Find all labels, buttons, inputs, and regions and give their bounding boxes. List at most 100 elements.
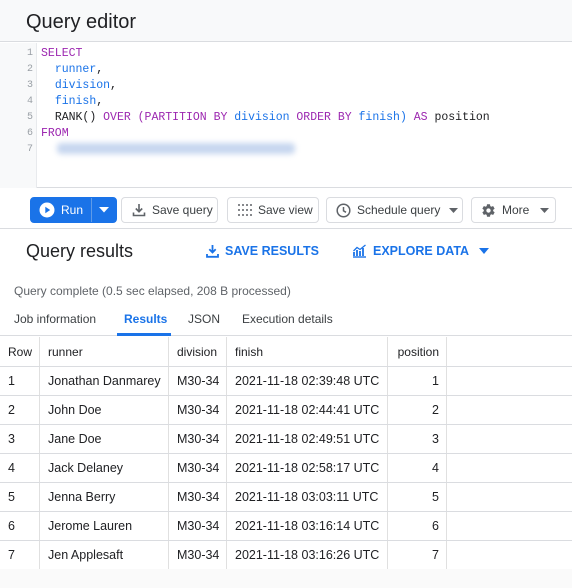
row-number-cell: 2 — [0, 396, 40, 424]
division-cell: M30-34 — [169, 454, 227, 482]
run-options-dropdown[interactable] — [92, 198, 116, 222]
editor-toolbar: Run Save query Save view Schedule query — [0, 189, 572, 229]
line-number: 5 — [26, 112, 33, 123]
save-view-button[interactable]: Save view — [227, 197, 319, 223]
gear-icon — [481, 203, 496, 218]
keyword-as: AS — [413, 111, 428, 124]
more-button[interactable]: More — [471, 197, 556, 223]
caret-down-icon — [479, 248, 490, 254]
save-query-button[interactable]: Save query — [121, 197, 218, 223]
code-line-6: FROM — [41, 127, 69, 141]
finish-cell: 2021-11-18 03:16:26 UTC — [227, 541, 388, 569]
position-cell: 4 — [388, 454, 447, 482]
table-row: 1 Jonathan Danmarey M30-34 2021-11-18 02… — [0, 367, 572, 396]
run-main[interactable]: Run — [31, 198, 91, 222]
save-results-button[interactable]: SAVE RESULTS — [206, 244, 319, 258]
runner-cell: Jack Delaney — [40, 454, 169, 482]
table-footer-area — [0, 569, 572, 588]
finish-cell: 2021-11-18 02:44:41 UTC — [227, 396, 388, 424]
table-row: 4 Jack Delaney M30-34 2021-11-18 02:58:1… — [0, 454, 572, 483]
line-number: 4 — [26, 96, 33, 107]
query-editor-header: Query editor — [0, 0, 572, 42]
runner-cell: Jerome Lauren — [40, 512, 169, 540]
keyword-over: OVER — [103, 111, 131, 124]
line-number: 2 — [26, 64, 33, 75]
code-line-3: division, — [41, 79, 117, 93]
line-number: 1 — [26, 48, 33, 59]
code-line-4: finish, — [41, 95, 103, 109]
comma: , — [96, 95, 104, 108]
run-button[interactable]: Run — [30, 197, 117, 223]
alias-position: position — [434, 111, 490, 124]
runner-cell: Jenna Berry — [40, 483, 169, 511]
position-cell: 3 — [388, 425, 447, 453]
division-cell: M30-34 — [169, 512, 227, 540]
finish-cell: 2021-11-18 03:16:14 UTC — [227, 512, 388, 540]
tab-json[interactable]: JSON — [188, 312, 220, 326]
code-line-1: SELECT — [41, 47, 82, 61]
save-view-label: Save view — [258, 203, 313, 217]
table-row: 3 Jane Doe M30-34 2021-11-18 02:49:51 UT… — [0, 425, 572, 454]
code-line-5: RANK() OVER (PARTITION BY division ORDER… — [41, 111, 490, 125]
division-cell: M30-34 — [169, 367, 227, 395]
row-number-cell: 6 — [0, 512, 40, 540]
identifier-finish: finish) — [358, 111, 407, 124]
row-number-cell: 1 — [0, 367, 40, 395]
redacted-table-name — [57, 143, 295, 155]
table-row: 2 John Doe M30-34 2021-11-18 02:44:41 UT… — [0, 396, 572, 425]
code-line-7 — [41, 143, 295, 157]
position-cell: 6 — [388, 512, 447, 540]
tab-job-information[interactable]: Job information — [14, 312, 96, 326]
table-row: 6 Jerome Lauren M30-34 2021-11-18 03:16:… — [0, 512, 572, 541]
identifier-division: division — [54, 79, 111, 92]
clock-icon — [336, 202, 351, 218]
schedule-query-button[interactable]: Schedule query — [326, 197, 463, 223]
finish-cell: 2021-11-18 02:49:51 UTC — [227, 425, 388, 453]
grid-view-icon — [237, 203, 252, 217]
table-row: 5 Jenna Berry M30-34 2021-11-18 03:03:11… — [0, 483, 572, 512]
identifier-runner: runner — [54, 63, 97, 76]
division-cell: M30-34 — [169, 425, 227, 453]
row-number-cell: 5 — [0, 483, 40, 511]
more-label: More — [502, 203, 530, 217]
row-number-cell: 4 — [0, 454, 40, 482]
keyword-order-by: ORDER BY — [296, 111, 352, 124]
line-number: 7 — [26, 144, 33, 155]
explore-data-label: EXPLORE DATA — [373, 244, 470, 258]
results-tabs: Job information Results JSON Execution d… — [0, 304, 572, 336]
keyword-select: SELECT — [41, 47, 83, 60]
division-cell: M30-34 — [169, 396, 227, 424]
save-query-label: Save query — [152, 203, 213, 217]
line-number: 6 — [26, 128, 33, 139]
tab-results[interactable]: Results — [124, 312, 167, 326]
code-line-2: runner, — [41, 63, 103, 77]
comma: , — [110, 79, 117, 92]
division-cell: M30-34 — [169, 541, 227, 569]
finish-cell: 2021-11-18 02:39:48 UTC — [227, 367, 388, 395]
keyword-from: FROM — [41, 127, 69, 140]
tab-execution-details[interactable]: Execution details — [242, 312, 333, 326]
table-header-row: Row runner division finish position — [0, 337, 572, 367]
column-header-runner: runner — [40, 337, 169, 366]
position-cell: 5 — [388, 483, 447, 511]
runner-cell: Jonathan Danmarey — [40, 367, 169, 395]
finish-cell: 2021-11-18 03:03:11 UTC — [227, 483, 388, 511]
explore-data-button[interactable]: EXPLORE DATA — [352, 244, 490, 258]
identifier-finish: finish — [54, 95, 97, 108]
column-header-finish: finish — [227, 337, 388, 366]
column-header-position: position — [388, 337, 447, 366]
position-cell: 2 — [388, 396, 447, 424]
function-rank: RANK() — [54, 111, 97, 124]
caret-down-icon — [99, 207, 109, 213]
row-number-cell: 3 — [0, 425, 40, 453]
query-results-title: Query results — [26, 241, 134, 261]
results-table: Row runner division finish position 1 Jo… — [0, 337, 572, 570]
download-icon — [132, 203, 146, 217]
runner-cell: Jane Doe — [40, 425, 169, 453]
sql-editor[interactable]: 1 2 3 4 5 6 7 SELECT runner, division, f… — [0, 43, 572, 188]
keyword-partition-by: (PARTITION BY — [137, 111, 228, 124]
runner-cell: Jen Applesaft — [40, 541, 169, 569]
active-tab-indicator — [117, 333, 171, 336]
line-number-gutter: 1 2 3 4 5 6 7 — [0, 43, 37, 188]
chart-icon — [352, 244, 367, 258]
